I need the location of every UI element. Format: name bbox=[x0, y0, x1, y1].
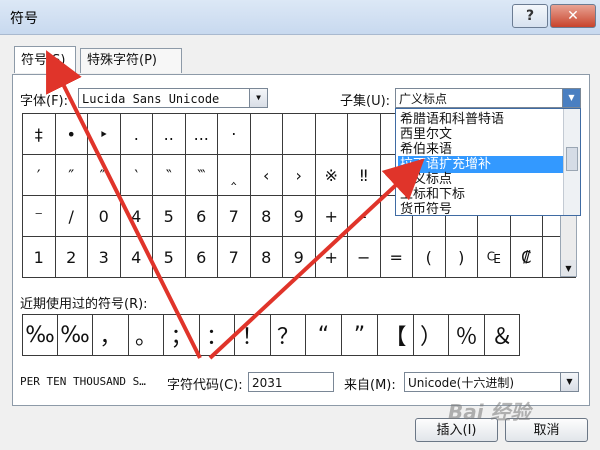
recent-symbol-cell[interactable]: ， bbox=[92, 314, 129, 356]
symbol-cell[interactable]: 5 bbox=[152, 236, 186, 278]
symbol-cell[interactable]: 8 bbox=[249, 195, 283, 237]
symbol-cell[interactable]: ‸ bbox=[217, 154, 251, 196]
subset-option[interactable]: 货币符号 bbox=[398, 201, 564, 218]
recent-symbol-cell[interactable]: ） bbox=[413, 314, 449, 356]
symbol-cell[interactable]: ‷ bbox=[184, 154, 218, 196]
symbol-cell[interactable]: 6 bbox=[184, 236, 218, 278]
recent-label: 近期使用过的符号(R): bbox=[20, 297, 148, 312]
symbol-cell[interactable]: .. bbox=[152, 113, 186, 155]
recent-symbol-cell[interactable]: 。 bbox=[128, 314, 164, 356]
symbol-cell[interactable]: 6 bbox=[184, 195, 218, 237]
symbol-cell[interactable]: ( bbox=[412, 236, 446, 278]
symbol-cell[interactable]: ‵ bbox=[119, 154, 153, 196]
symbol-cell[interactable]: . bbox=[119, 113, 153, 155]
symbol-cell[interactable]: ₠ bbox=[477, 236, 511, 278]
watermark-logo: Bai 经验 bbox=[448, 400, 531, 424]
symbol-cell[interactable]: - bbox=[347, 195, 381, 237]
font-select[interactable]: Lucida Sans Unicode ▼ bbox=[78, 88, 268, 108]
chevron-down-icon[interactable]: ▼ bbox=[249, 89, 267, 107]
recent-symbol-cell[interactable]: ！ bbox=[234, 314, 271, 356]
tab-symbols[interactable]: 符号(S) bbox=[14, 46, 76, 73]
recent-symbol-cell[interactable]: ％ bbox=[448, 314, 485, 356]
scroll-down-icon[interactable]: ▼ bbox=[561, 260, 576, 276]
chevron-down-icon[interactable]: ▼ bbox=[560, 373, 578, 391]
recent-symbol-cell[interactable]: ＆ bbox=[484, 314, 520, 356]
symbol-cell[interactable]: ′ bbox=[22, 154, 56, 196]
chevron-down-icon[interactable]: ▼ bbox=[562, 89, 580, 107]
symbol-cell[interactable]: ‡ bbox=[22, 113, 56, 155]
subset-select[interactable]: 广义标点 ▼ bbox=[395, 88, 581, 108]
symbol-cell[interactable]: 2 bbox=[54, 236, 88, 278]
recent-symbol-cell[interactable]: ” bbox=[341, 314, 378, 356]
symbol-cell[interactable]: = bbox=[379, 236, 413, 278]
symbol-cell[interactable]: ‴ bbox=[87, 154, 121, 196]
symbol-cell[interactable]: ‼ bbox=[347, 154, 381, 196]
recent-symbol-cell[interactable]: ； bbox=[163, 314, 200, 356]
symbol-cell[interactable]: / bbox=[54, 195, 88, 237]
symbol-cell[interactable]: + bbox=[314, 236, 348, 278]
symbol-cell[interactable]: 7 bbox=[217, 236, 251, 278]
recent-symbol-cell[interactable]: ‰ bbox=[22, 314, 58, 356]
symbol-cell[interactable]: − bbox=[347, 236, 381, 278]
symbol-cell[interactable]: ‧ bbox=[217, 113, 251, 155]
recent-symbol-cell[interactable]: “ bbox=[305, 314, 342, 356]
symbol-cell[interactable] bbox=[249, 113, 283, 155]
symbol-cell[interactable] bbox=[347, 113, 381, 155]
window-title: 符号 bbox=[10, 11, 38, 27]
symbol-cell[interactable]: • bbox=[54, 113, 88, 155]
symbol-cell[interactable]: ※ bbox=[314, 154, 348, 196]
help-button[interactable]: ? bbox=[512, 4, 548, 28]
subset-value: 广义标点 bbox=[399, 92, 448, 106]
symbol-cell[interactable] bbox=[282, 113, 316, 155]
recent-symbol-cell[interactable]: ： bbox=[199, 314, 235, 356]
font-value: Lucida Sans Unicode bbox=[82, 92, 220, 106]
from-select[interactable]: Unicode(十六进制) ▼ bbox=[404, 372, 579, 392]
title-bar: 符号 ? ✕ bbox=[0, 0, 600, 35]
dropdown-scrollbar[interactable] bbox=[563, 109, 580, 215]
symbol-cell[interactable]: ... bbox=[184, 113, 218, 155]
symbol-cell[interactable]: ₡ bbox=[509, 236, 543, 278]
symbol-cell[interactable]: ⁻ bbox=[22, 195, 56, 237]
symbol-cell[interactable]: 0 bbox=[87, 195, 121, 237]
symbol-cell[interactable]: ″ bbox=[54, 154, 88, 196]
char-code-label: 字符代码(C): bbox=[167, 378, 243, 393]
symbol-cell[interactable]: ‶ bbox=[152, 154, 186, 196]
symbol-cell[interactable]: 4 bbox=[119, 236, 153, 278]
symbol-cell[interactable]: 5 bbox=[152, 195, 186, 237]
symbol-cell[interactable]: + bbox=[314, 195, 348, 237]
symbol-cell[interactable]: 4 bbox=[119, 195, 153, 237]
recent-symbol-cell[interactable]: ‰ bbox=[57, 314, 93, 356]
recent-symbol-cell[interactable]: ？ bbox=[270, 314, 306, 356]
char-code-value: 2031 bbox=[252, 376, 283, 390]
symbol-cell[interactable]: 3 bbox=[87, 236, 121, 278]
font-label: 字体(F): bbox=[20, 94, 69, 109]
char-code-input[interactable]: 2031 bbox=[248, 372, 334, 392]
symbol-cell[interactable]: › bbox=[282, 154, 316, 196]
subset-label: 子集(U): bbox=[340, 94, 391, 109]
close-button[interactable]: ✕ bbox=[550, 4, 596, 28]
symbol-cell[interactable]: 7 bbox=[217, 195, 251, 237]
subset-dropdown-list: 希腊语和科普特语 西里尔文 希伯来语 拉丁语扩充增补 广义标点 上标和下标 货币符号 bbox=[395, 108, 581, 218]
symbol-cell[interactable]: 8 bbox=[249, 236, 283, 278]
symbol-cell[interactable]: 1 bbox=[22, 236, 56, 278]
recent-symbol-cell[interactable]: 【 bbox=[377, 314, 414, 356]
dropdown-scroll-thumb[interactable] bbox=[566, 147, 578, 171]
symbol-cell[interactable]: 9 bbox=[282, 236, 316, 278]
symbol-cell[interactable] bbox=[314, 113, 348, 155]
symbol-cell[interactable]: ‣ bbox=[87, 113, 121, 155]
tab-special-chars[interactable]: 特殊字符(P) bbox=[80, 48, 182, 73]
symbol-cell[interactable]: ‹ bbox=[249, 154, 283, 196]
symbol-cell[interactable]: ) bbox=[444, 236, 478, 278]
from-label: 来自(M): bbox=[344, 378, 396, 393]
symbol-cell[interactable]: 9 bbox=[282, 195, 316, 237]
from-value: Unicode(十六进制) bbox=[408, 376, 515, 390]
char-name: PER TEN THOUSAND S… bbox=[20, 375, 146, 388]
